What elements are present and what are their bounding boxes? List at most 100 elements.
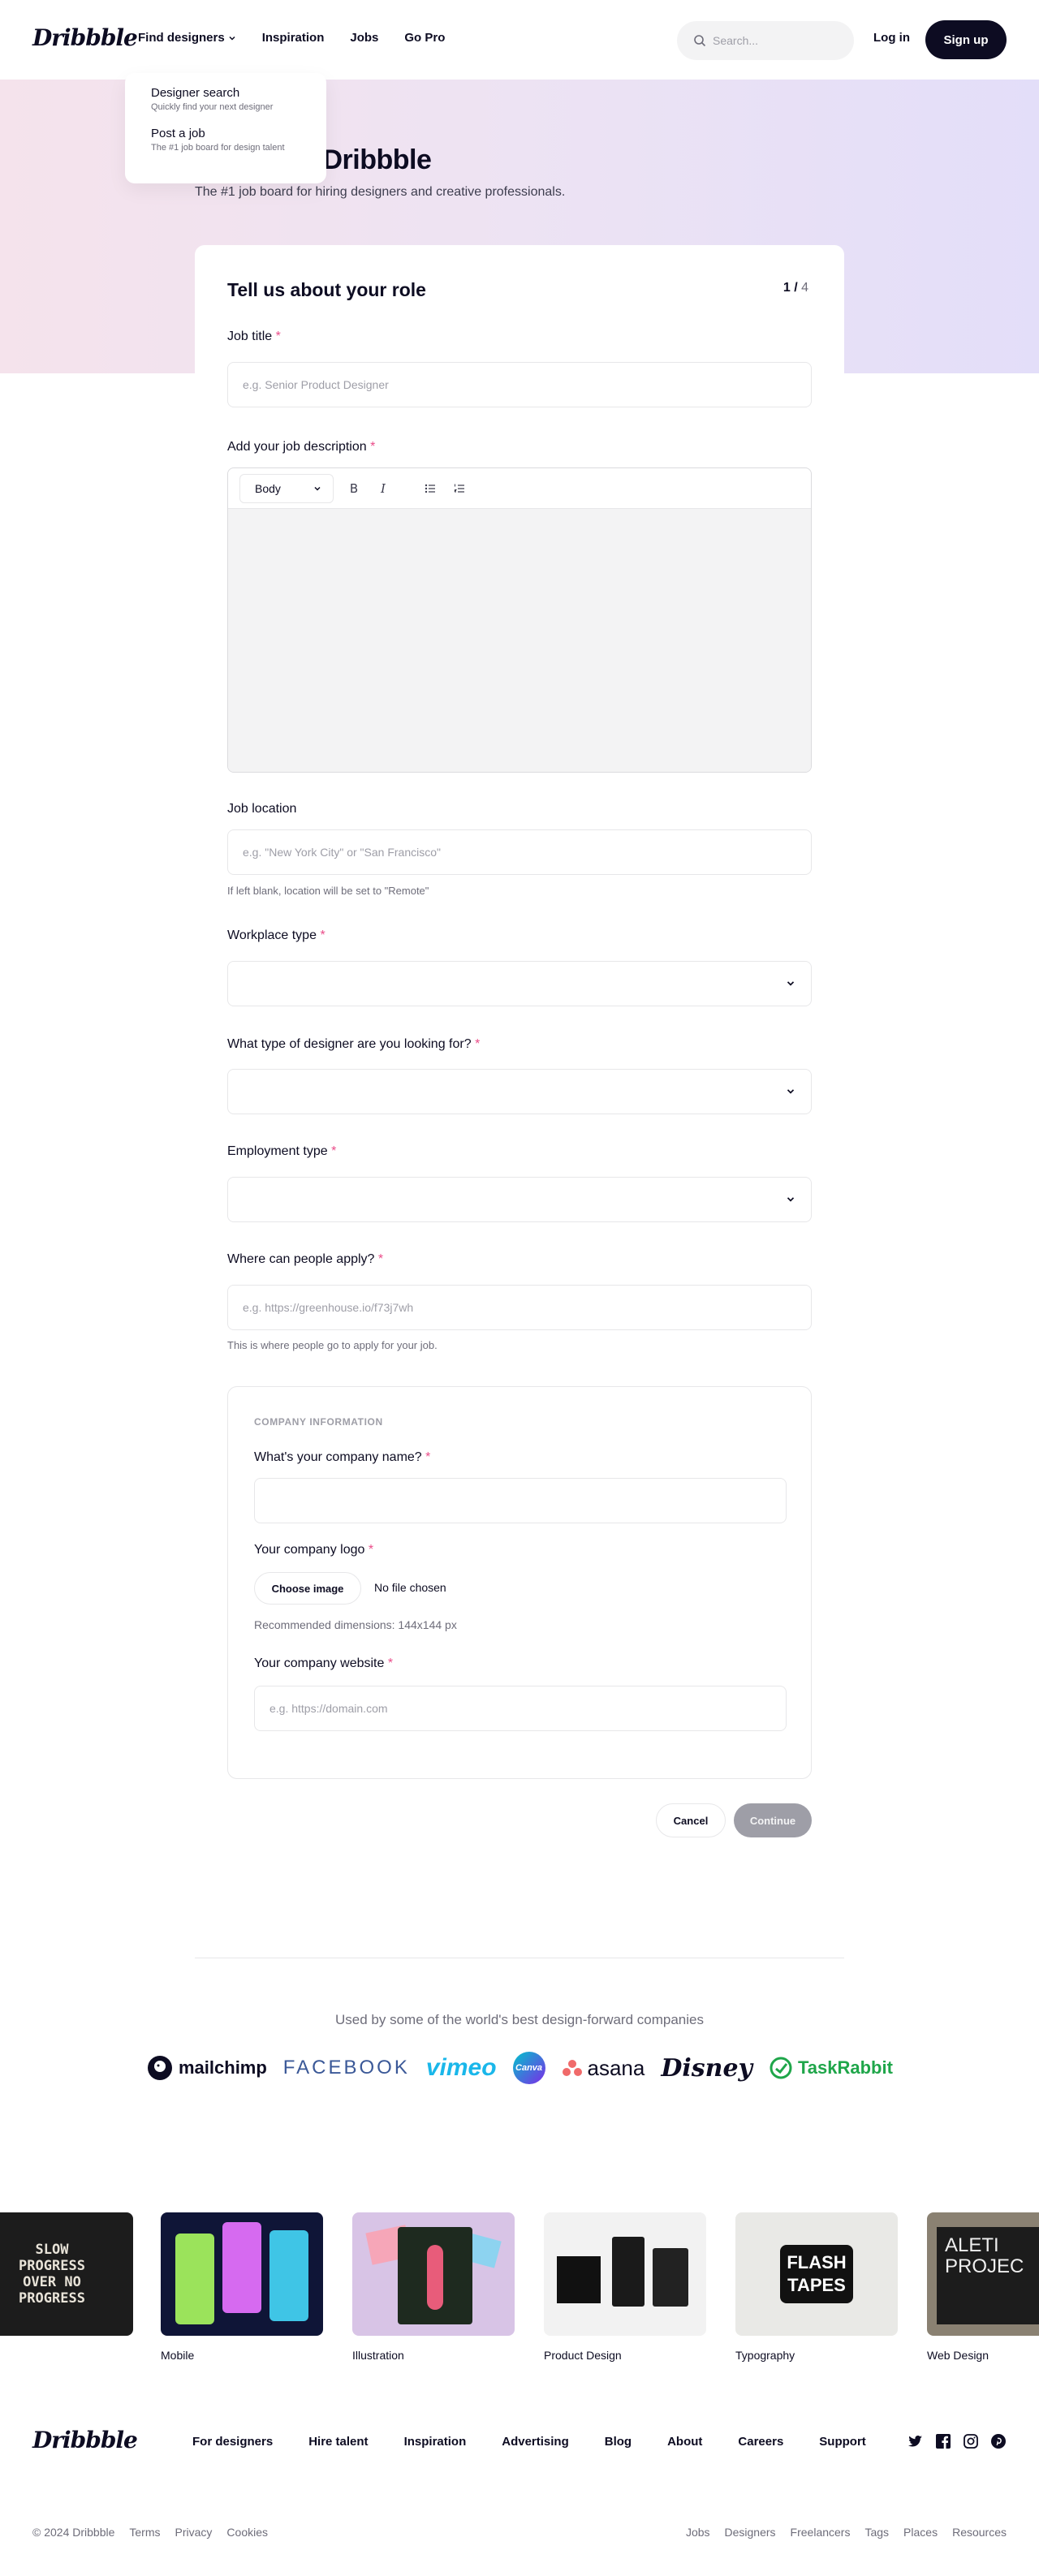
footer-links: For designers Hire talent Inspiration Ad… (192, 2435, 866, 2449)
footer-legal: © 2024 Dribbble Terms Privacy Cookies (32, 2526, 268, 2539)
designer-type-select[interactable] (227, 1069, 812, 1114)
nav-inspiration[interactable]: Inspiration (262, 31, 325, 45)
footer-link-freelancers[interactable]: Freelancers (791, 2526, 851, 2539)
login-link[interactable]: Log in (873, 31, 910, 45)
numbered-list-button[interactable] (451, 480, 468, 498)
company-name-input[interactable] (254, 1478, 787, 1523)
description-textarea[interactable] (228, 509, 811, 772)
dropdown-item-designer-search[interactable]: Designer search Quickly find your next d… (151, 86, 300, 112)
canva-logo: Canva (512, 2052, 545, 2084)
location-help: If left blank, location will be set to "… (227, 885, 429, 897)
shots-carousel: SLOW PROGRESS OVER NO PROGRESS Mobile Il… (0, 2212, 1039, 2375)
chevron-down-icon (314, 486, 321, 491)
copyright: © 2024 Dribbble (32, 2526, 115, 2539)
footer-link-privacy[interactable]: Privacy (175, 2526, 213, 2539)
description-label: Add your job description * (227, 440, 375, 454)
footer-link-resources[interactable]: Resources (952, 2526, 1007, 2539)
footer-link-terms[interactable]: Terms (129, 2526, 160, 2539)
job-title-placeholder: e.g. Senior Product Designer (243, 378, 389, 391)
footer-link-inspiration[interactable]: Inspiration (404, 2435, 467, 2449)
taskrabbit-logo: TaskRabbit (769, 2056, 893, 2080)
page-subtitle: The #1 job board for hiring designers an… (195, 185, 566, 199)
shot-thumbnail[interactable]: SLOW PROGRESS OVER NO PROGRESS (0, 2212, 133, 2336)
company-information-panel: COMPANY INFORMATION What's your company … (227, 1386, 812, 1779)
search-input[interactable]: Search... (677, 21, 854, 60)
employment-label: Employment type * (227, 1144, 336, 1159)
facebook-link[interactable] (935, 2433, 951, 2449)
footer-link-tags[interactable]: Tags (864, 2526, 889, 2539)
nav-go-pro[interactable]: Go Pro (404, 31, 445, 45)
shot-thumbnail[interactable] (352, 2212, 515, 2336)
shot-thumbnail[interactable] (161, 2212, 323, 2336)
footer-link-cookies[interactable]: Cookies (226, 2526, 268, 2539)
workplace-type-select[interactable] (227, 961, 812, 1006)
mailchimp-logo: mailchimp (146, 2054, 267, 2082)
footer-link-places[interactable]: Places (903, 2526, 938, 2539)
workplace-label-text: Workplace type (227, 928, 317, 942)
text-format-value: Body (255, 481, 281, 495)
company-logo-label-text: Your company logo (254, 1543, 365, 1557)
chevron-down-icon (787, 1089, 795, 1094)
apply-url-input[interactable]: e.g. https://greenhouse.io/f73j7wh (227, 1285, 812, 1330)
footer-link-designers[interactable]: Designers (725, 2526, 776, 2539)
shot-thumbnail[interactable] (544, 2212, 706, 2336)
location-input[interactable]: e.g. "New York City" or "San Francisco" (227, 829, 812, 875)
text-format-select[interactable]: Body (239, 473, 334, 503)
apply-label-text: Where can people apply? (227, 1252, 375, 1266)
footer-link-for-designers[interactable]: For designers (192, 2435, 273, 2449)
shot-thumbnail[interactable]: FLASH TAPES (735, 2212, 898, 2336)
continue-button[interactable]: Continue (734, 1803, 812, 1837)
bold-button[interactable]: B (345, 480, 363, 498)
required-mark: * (275, 330, 281, 343)
bullet-list-button[interactable] (421, 480, 439, 498)
editor-toolbar: Body B I (228, 468, 811, 509)
cancel-button[interactable]: Cancel (656, 1803, 726, 1837)
dribbble-logo[interactable]: Dribbble (32, 24, 138, 51)
footer-link-careers[interactable]: Careers (738, 2435, 783, 2449)
italic-button[interactable]: I (374, 480, 392, 498)
shot-artwork (427, 2245, 443, 2310)
shot-label: Typography (735, 2349, 795, 2362)
mailchimp-wordmark: mailchimp (179, 2057, 267, 2078)
instagram-link[interactable] (963, 2433, 979, 2449)
employment-type-select[interactable] (227, 1177, 812, 1222)
nav-find-designers[interactable]: Find designers (138, 31, 236, 45)
step-total: 4 (797, 281, 808, 295)
form-title: Tell us about your role (227, 279, 426, 300)
dropdown-item-title: Designer search (151, 86, 240, 100)
choose-image-button[interactable]: Choose image (254, 1572, 361, 1605)
chevron-down-icon (229, 36, 235, 41)
footer-link-support[interactable]: Support (819, 2435, 866, 2449)
footer-logo[interactable]: Dribbble (32, 2427, 138, 2453)
nav-jobs[interactable]: Jobs (350, 31, 378, 45)
shot-artwork (175, 2234, 214, 2324)
dropdown-item-post-job[interactable]: Post a job The #1 job board for design t… (151, 127, 300, 153)
job-title-label: Job title * (227, 330, 281, 344)
footer-link-about[interactable]: About (667, 2435, 702, 2449)
nav-links: Find designers Inspiration Jobs Go Pro (138, 31, 445, 45)
shot-label: Mobile (161, 2349, 195, 2362)
dropdown-item-subtitle: Quickly find your next designer (151, 102, 274, 112)
apply-label: Where can people apply? * (227, 1252, 383, 1267)
company-website-input[interactable]: e.g. https://domain.com (254, 1686, 787, 1731)
chevron-down-icon (787, 1197, 795, 1202)
footer-link-jobs[interactable]: Jobs (686, 2526, 710, 2539)
find-designers-dropdown: Designer search Quickly find your next d… (125, 73, 326, 183)
job-title-input[interactable]: e.g. Senior Product Designer (227, 362, 812, 407)
footer-link-blog[interactable]: Blog (605, 2435, 632, 2449)
footer-link-advertising[interactable]: Advertising (502, 2435, 569, 2449)
required-mark: * (377, 1252, 384, 1266)
required-mark: * (320, 928, 325, 942)
shot-artwork (653, 2248, 688, 2307)
required-mark: * (370, 440, 376, 454)
search-placeholder: Search... (713, 34, 759, 47)
signup-button[interactable]: Sign up (925, 20, 1007, 59)
footer-link-hire-talent[interactable]: Hire talent (308, 2435, 368, 2449)
company-name-label: What's your company name? * (254, 1450, 430, 1465)
twitter-link[interactable] (908, 2433, 924, 2449)
job-form-card: Tell us about your role 1 / 4 Job title … (195, 245, 844, 1860)
shot-thumbnail[interactable]: ALETI PROJEC (927, 2212, 1039, 2336)
pinterest-link[interactable] (990, 2433, 1007, 2449)
workplace-label: Workplace type * (227, 928, 325, 943)
company-logos-row: mailchimp FACEBOOK vimeo Canva asana Dis… (146, 2048, 893, 2087)
